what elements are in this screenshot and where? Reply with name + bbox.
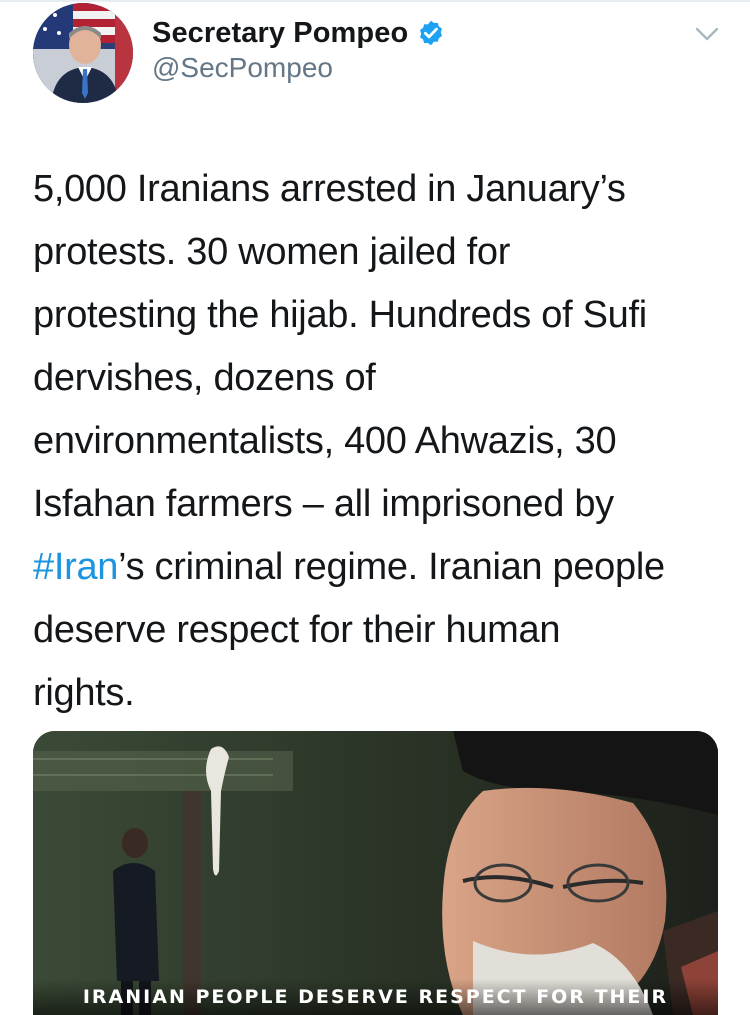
display-name[interactable]: Secretary Pompeo <box>152 17 408 50</box>
tweet-text-line: protests. 30 women jailed for <box>33 231 511 273</box>
media-photo <box>33 731 718 1015</box>
tweet-text-line: protesting the hijab. Hundreds of Sufi <box>33 294 647 336</box>
tweet-text-line: Isfahan farmers – all imprisoned by <box>33 483 614 525</box>
tweet-text-line: deserve respect for their human <box>33 609 561 651</box>
tweet-text-line: 5,000 Iranians arrested in January’s <box>33 168 626 210</box>
tweet-text-line: rights. <box>33 672 135 714</box>
hashtag-link[interactable]: #Iran <box>33 546 118 588</box>
avatar[interactable] <box>33 3 133 103</box>
chevron-down-icon[interactable] <box>693 24 721 44</box>
divider <box>0 0 750 2</box>
profile-photo <box>33 3 133 103</box>
author-name-row[interactable]: Secretary Pompeo <box>152 14 445 52</box>
tweet-media-image[interactable]: IRANIAN PEOPLE DESERVE RESPECT FOR THEIR <box>33 731 718 1015</box>
tweet-text-line: dervishes, dozens of <box>33 357 376 399</box>
tweet-text-line-hashtag: #Iran’s criminal regime. Iranian people <box>33 536 733 599</box>
tweet: Secretary Pompeo @SecPompeo 5,000 Irania… <box>0 0 750 1015</box>
media-caption: IRANIAN PEOPLE DESERVE RESPECT FOR THEIR <box>33 979 718 1015</box>
tweet-text-fragment: ’s criminal regime. Iranian people <box>118 546 665 588</box>
user-handle[interactable]: @SecPompeo <box>152 52 333 84</box>
tweet-text-line: environmentalists, 400 Ahwazis, 30 <box>33 420 617 462</box>
verified-badge-icon <box>417 19 445 47</box>
tweet-text: 5,000 Iranians arrested in January’s pro… <box>33 158 733 725</box>
